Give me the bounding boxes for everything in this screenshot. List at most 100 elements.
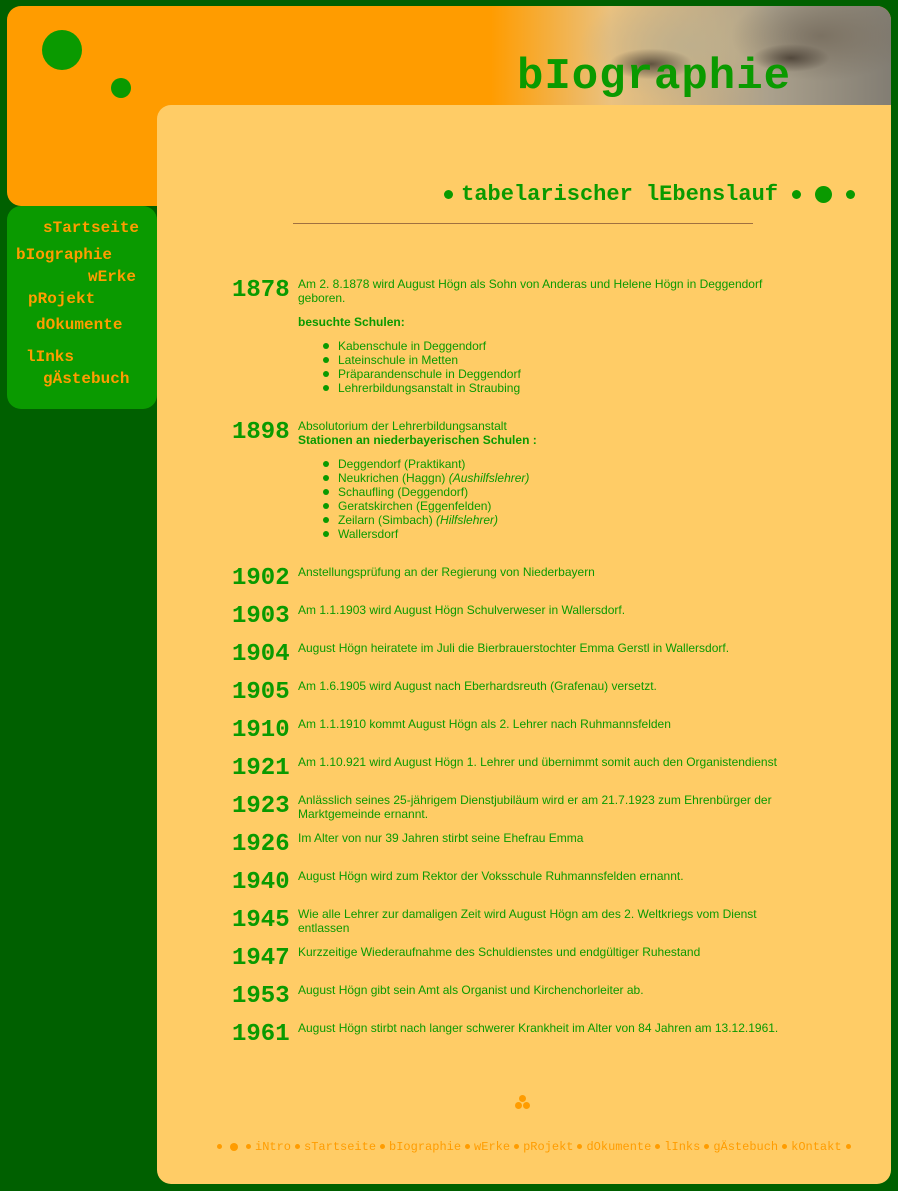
bullet-icon [380,1144,386,1150]
timeline-text: Am 1.1.1910 kommt August Högn als 2. Leh… [298,717,671,731]
station-list: Deggendorf (Praktikant) Neukrichen (Hagg… [323,457,792,541]
nav-startseite[interactable]: sTartseite [43,219,139,237]
timeline-year: 1945 [232,907,290,934]
list-item: Geratskirchen (Eggenfelden) [323,499,792,513]
divider [293,223,753,224]
bullet-icon [514,1144,520,1150]
timeline-entry: 1961 August Högn stirbt nach langer schw… [232,1021,792,1048]
section-heading: tabelarischer lEbenslauf [444,182,855,207]
bullet-icon [704,1144,710,1150]
timeline-year: 1910 [232,717,290,744]
timeline-text: August Högn heiratete im Juli die Bierbr… [298,641,730,655]
sidebar-nav: sTartseite bIographie wErke pRojekt dOku… [7,206,157,409]
footer-link-links[interactable]: lInks [664,1140,700,1154]
section-title-text: tabelarischer lEbenslauf [461,182,778,207]
timeline-year: 1898 [232,419,290,446]
bullet-icon [217,1144,222,1150]
footer-link-projekt[interactable]: pRojekt [523,1140,573,1154]
bullet-icon [846,189,855,199]
list-item: Schaufling (Deggendorf) [323,485,792,499]
nav-werke[interactable]: wErke [88,268,136,286]
content-panel: tabelarischer lEbenslauf 1878 Am 2. 8.18… [157,105,891,1184]
timeline-entry: 1903 Am 1.1.1903 wird August Högn Schulv… [232,603,792,630]
list-item: Deggendorf (Praktikant) [323,457,792,471]
timeline-entry: 1878 Am 2. 8.1878 wird August Högn als S… [232,277,792,395]
timeline-text: Anlässlich seines 25-jährigem Dienstjubi… [298,793,772,821]
timeline-entry: 1921 Am 1.10.921 wird August Högn 1. Leh… [232,755,792,782]
timeline-entry: 1953 August Högn gibt sein Amt als Organ… [232,983,792,1010]
bullet-icon [782,1144,788,1150]
nav-biographie[interactable]: bIographie [16,246,112,264]
bullet-icon [444,189,454,199]
timeline-entry: 1910 Am 1.1.1910 kommt August Högn als 2… [232,717,792,744]
timeline-entry: 1945 Wie alle Lehrer zur damaligen Zeit … [232,907,792,935]
timeline-entry: 1947 Kurzzeitige Wiederaufnahme des Schu… [232,945,792,972]
decor-dot-large [42,30,82,70]
nav-projekt[interactable]: pRojekt [28,290,95,308]
timeline-text: Kurzzeitige Wiederaufnahme des Schuldien… [298,945,701,959]
timeline-year: 1923 [232,793,290,820]
timeline-entry: 1898 Absolutorium der Lehrerbildungsanst… [232,419,792,541]
bullet-icon [230,1142,238,1151]
nav-gaestebuch[interactable]: gÄstebuch [43,370,129,388]
timeline-entry: 1923 Anlässlich seines 25-jährigem Diens… [232,793,792,821]
timeline-text: Am 1.1.1903 wird August Högn Schulverwes… [298,603,626,617]
timeline-entry: 1904 August Högn heiratete im Juli die B… [232,641,792,668]
list-item: Lateinschule in Metten [323,353,792,367]
nav-links[interactable]: lInks [26,348,74,366]
bullet-icon [815,185,832,203]
timeline-text: Wie alle Lehrer zur damaligen Zeit wird … [298,907,757,935]
page-title: bIographie [516,52,791,102]
timeline-entry: 1926 Im Alter von nur 39 Jahren stirbt s… [232,831,792,858]
list-item: Lehrerbildungsanstalt in Straubing [323,381,792,395]
timeline-text: Am 1.6.1905 wird August nach Eberhardsre… [298,679,657,693]
timeline-year: 1961 [232,1021,290,1048]
timeline-year: 1904 [232,641,290,668]
timeline-text: August Högn gibt sein Amt als Organist u… [298,983,644,997]
timeline-entry: 1905 Am 1.6.1905 wird August nach Eberha… [232,679,792,706]
list-item: Kabenschule in Deggendorf [323,339,792,353]
timeline-year: 1926 [232,831,290,858]
timeline-text: August Högn wird zum Rektor der Voksschu… [298,869,684,883]
page-frame: bIographie sTartseite bIographie wErke p… [7,6,891,1184]
timeline-entry: 1902 Anstellungsprüfung an der Regierung… [232,565,792,592]
timeline-year: 1947 [232,945,290,972]
bullet-icon [295,1144,301,1150]
bullet-icon [246,1144,251,1150]
bullet-icon [577,1144,583,1150]
timeline-text: Anstellungsprüfung an der Regierung von … [298,565,595,579]
footer-nav: iNtro sTartseite bIographie wErke pRojekt dOk… [213,1140,855,1154]
timeline-entry: 1940 August Högn wird zum Rektor der Vok… [232,869,792,896]
decor-dot-small [111,78,131,98]
timeline-subheading: besuchte Schulen: [298,315,405,329]
list-item: Wallersdorf [323,527,792,541]
timeline-text: Im Alter von nur 39 Jahren stirbt seine … [298,831,584,845]
bullet-icon [845,1144,851,1150]
bullet-icon [465,1144,471,1150]
footer-link-intro[interactable]: iNtro [255,1140,291,1154]
timeline-text: Am 2. 8.1878 wird August Högn als Sohn v… [298,277,763,305]
timeline-year: 1940 [232,869,290,896]
footer-link-biographie[interactable]: bIographie [389,1140,461,1154]
bullet-icon [792,189,801,199]
list-item: Präparandenschule in Deggendorf [323,367,792,381]
footer-link-startseite[interactable]: sTartseite [304,1140,376,1154]
list-item: Zeilarn (Simbach) (Hilfslehrer) [323,513,792,527]
timeline-year: 1905 [232,679,290,706]
timeline-year: 1921 [232,755,290,782]
timeline-year: 1878 [232,277,290,304]
timeline-year: 1903 [232,603,290,630]
timeline-year: 1902 [232,565,290,592]
timeline-year: 1953 [232,983,290,1010]
timeline-text: Absolutorium der Lehrerbildungsanstalt [298,419,507,433]
footer-link-gaestebuch[interactable]: gÄstebuch [713,1140,778,1154]
footer-link-dokumente[interactable]: dOkumente [586,1140,651,1154]
school-list: Kabenschule in Deggendorf Lateinschule i… [323,339,792,395]
footer-link-werke[interactable]: wErke [474,1140,510,1154]
list-item: Neukrichen (Haggn) (Aushilfslehrer) [323,471,792,485]
footer-emblem-icon [513,1095,533,1113]
timeline-text: Am 1.10.921 wird August Högn 1. Lehrer u… [298,755,777,769]
timeline-text: August Högn stirbt nach langer schwerer … [298,1021,779,1035]
footer-link-kontakt[interactable]: kOntakt [791,1140,841,1154]
nav-dokumente[interactable]: dOkumente [36,316,122,334]
